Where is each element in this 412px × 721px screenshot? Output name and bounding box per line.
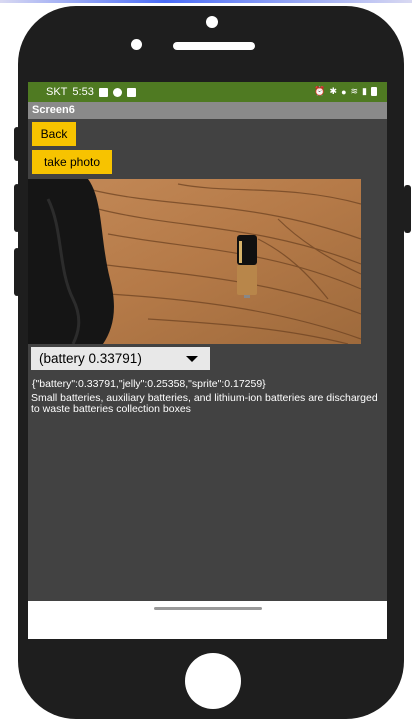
mute-switch [14,127,20,161]
gallery-icon [98,87,108,97]
prediction-dropdown[interactable]: (battery 0.33791) [31,347,210,370]
clock: 5:53 [72,86,94,98]
home-button[interactable] [185,653,241,709]
volume-down-button [14,248,20,296]
chat-icon [112,87,122,97]
screen-title-bar: Screen6 [28,102,387,119]
chevron-down-icon [186,356,198,362]
disposal-message: Small batteries, auxiliary batteries, an… [31,392,378,415]
prediction-dropdown-value: (battery 0.33791) [39,351,142,366]
alarm-icon: ⏰ [314,86,326,96]
photo-svg [28,179,361,344]
earpiece-speaker [173,42,255,50]
sensor-dot [206,16,218,28]
screen-title: Screen6 [32,104,75,116]
phone-screen: SKT 5:53 ⏰ ✱ ● ≋ ▮ Screen6 Back take pho… [28,82,387,639]
captured-photo [28,179,361,344]
volume-up-button [14,184,20,232]
home-indicator[interactable] [154,607,262,610]
app-content: Back take photo (battery 0.33791) {"batt… [28,119,387,601]
take-photo-button[interactable]: take photo [32,150,112,174]
carrier-label: SKT [46,86,68,98]
result-json-text: {"battery":0.33791,"jelly":0.25358,"spri… [32,378,266,390]
signal-icon: ▮ [362,86,367,96]
bluetooth-icon: ✱ [329,86,338,96]
cast-icon [126,87,136,97]
status-bar: SKT 5:53 ⏰ ✱ ● ≋ ▮ [28,82,387,102]
battery-icon [371,87,377,96]
power-button [404,185,411,233]
location-icon: ● [341,86,347,97]
top-accent-line [0,0,412,3]
wifi-icon: ≋ [350,86,359,96]
gesture-nav-bar [28,601,387,639]
front-camera [131,39,142,50]
back-button[interactable]: Back [32,122,76,146]
